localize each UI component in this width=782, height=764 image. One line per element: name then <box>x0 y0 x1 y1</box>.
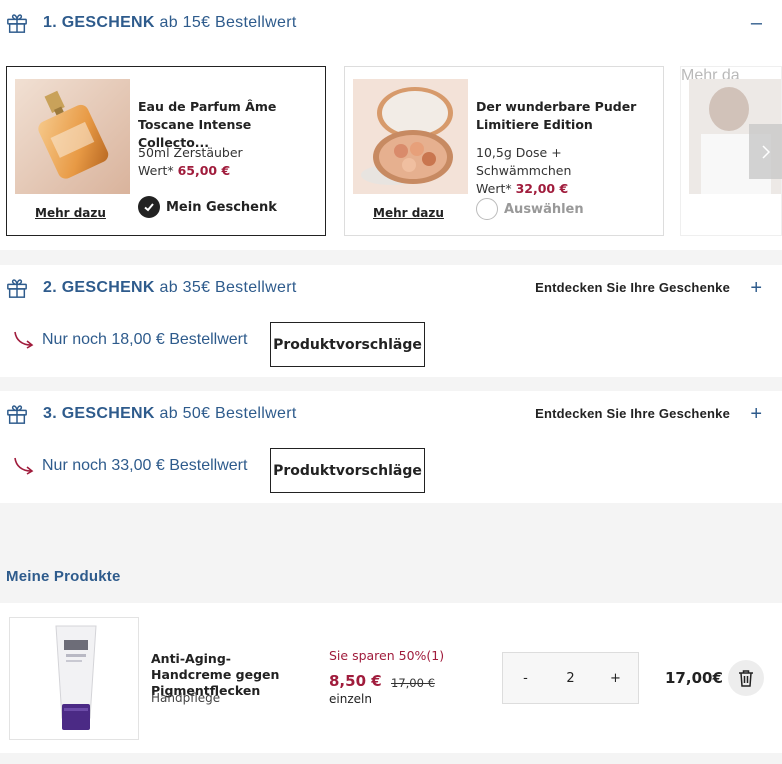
unit-label: einzeln <box>329 692 372 706</box>
more-info-link[interactable]: Mehr dazu <box>373 206 444 220</box>
gift-section-1: 1. GESCHENK ab 15€ Bestellwert – Eau de … <box>0 0 782 250</box>
product-suggestions-button[interactable]: Produktvorschläge <box>270 448 425 493</box>
radio-icon <box>476 198 498 220</box>
line-total: 17,00€ <box>665 669 723 687</box>
choose-gift-option[interactable]: Auswählen <box>476 198 584 220</box>
powder-image <box>353 79 468 194</box>
perfume-image <box>15 79 130 194</box>
gift-header-2[interactable]: 2. GESCHENK ab 35€ Bestellwert Entdecken… <box>6 274 776 302</box>
gift-details: 50ml Zerstäuber Wert* 65,00 € <box>138 145 243 178</box>
my-products-heading: Meine Produkte <box>6 568 121 585</box>
savings-text: Sie sparen 50%(1) <box>329 648 445 663</box>
curved-arrow-icon <box>14 331 34 349</box>
trash-icon <box>739 670 753 687</box>
gift-card-powder[interactable]: Der wunderbare Puder Limitiere Edition 1… <box>344 66 664 236</box>
gift-section-2: 2. GESCHENK ab 35€ Bestellwert Entdecken… <box>0 265 782 377</box>
gift-icon <box>7 405 27 424</box>
product-suggestions-button[interactable]: Produktvorschläge <box>270 322 425 367</box>
gift-name: Der wunderbare Puder Limitiere Edition <box>476 99 637 132</box>
gift-card-perfume[interactable]: Eau de Parfum Âme Toscane Intense Collec… <box>6 66 326 236</box>
gift-section-3: 3. GESCHENK ab 50€ Bestellwert Entdecken… <box>0 391 782 503</box>
hand-cream-tube-image <box>55 625 97 730</box>
remove-product-button[interactable] <box>728 660 764 696</box>
quantity-value[interactable]: 2 <box>556 671 586 686</box>
discover-gifts-link[interactable]: Entdecken Sie Ihre Geschenke <box>535 406 730 421</box>
decrease-quantity-button[interactable]: - <box>511 671 541 686</box>
remaining-amount: Nur noch 18,00 € Bestellwert <box>12 330 247 350</box>
gift-header-1[interactable]: 1. GESCHENK ab 15€ Bestellwert – <box>6 9 776 37</box>
gift-title-3: 3. GESCHENK ab 50€ Bestellwert <box>43 405 297 422</box>
expand-icon[interactable]: + <box>750 278 762 298</box>
gift-header-3[interactable]: 3. GESCHENK ab 50€ Bestellwert Entdecken… <box>6 400 776 428</box>
collapse-icon[interactable]: – <box>751 13 762 33</box>
curved-arrow-icon <box>14 457 34 475</box>
checkmark-icon <box>138 196 160 218</box>
gift-icon <box>7 14 27 33</box>
my-gift-selection[interactable]: Mein Geschenk <box>138 196 277 218</box>
increase-quantity-button[interactable]: + <box>601 671 631 686</box>
gift-icon <box>7 279 27 298</box>
expand-icon[interactable]: + <box>750 404 762 424</box>
gift-title-2: 2. GESCHENK ab 35€ Bestellwert <box>43 279 297 296</box>
product-row: Anti-Aging-Handcreme gegen Pigmentflecke… <box>0 603 782 753</box>
gift-details: 10,5g Dose + Schwämmchen Wert* 32,00 € <box>476 145 572 196</box>
original-price: 17,00 € <box>391 676 435 690</box>
gift-title-1: 1. GESCHENK ab 15€ Bestellwert <box>43 14 297 31</box>
chevron-right-icon <box>761 144 770 159</box>
remaining-amount: Nur noch 33,00 € Bestellwert <box>12 456 247 476</box>
unit-price: 8,50 € <box>329 672 382 690</box>
product-image[interactable] <box>9 617 139 740</box>
more-info-link[interactable]: Mehr dazu <box>35 206 106 220</box>
quantity-stepper: - 2 + <box>502 652 639 704</box>
product-category: Handpflege <box>151 691 221 705</box>
carousel-next-button[interactable] <box>749 124 782 179</box>
discover-gifts-link[interactable]: Entdecken Sie Ihre Geschenke <box>535 280 730 295</box>
